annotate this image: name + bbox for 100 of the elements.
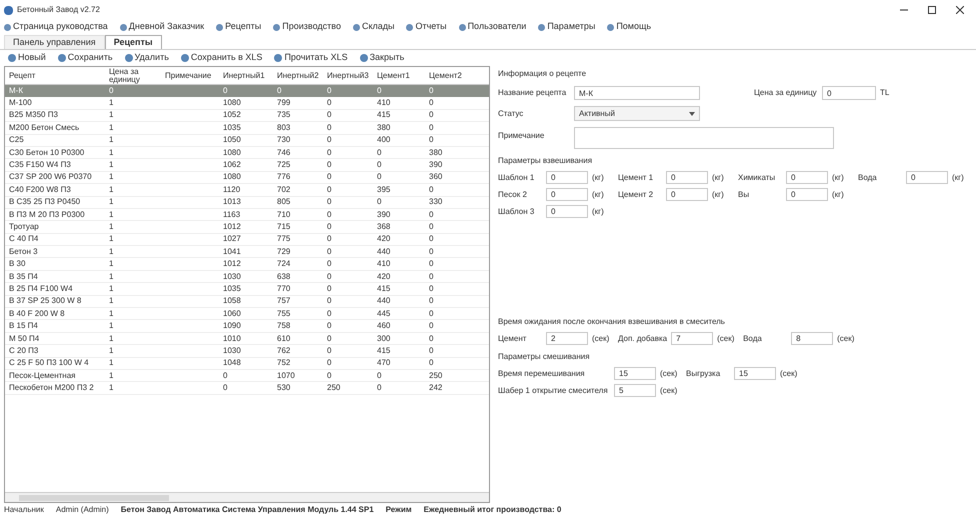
toolbar-button[interactable]: Прочитать XLS [274, 51, 348, 65]
unit-label: (сек) [592, 332, 610, 344]
toolbar-button[interactable]: Сохранить в XLS [180, 51, 262, 65]
menu-item[interactable]: Склады [352, 20, 394, 34]
toolbar-button[interactable]: Закрыть [360, 51, 404, 65]
table-row[interactable]: С 40 П4 1 1027 775 0 420 0 [5, 234, 489, 246]
column-header[interactable]: Инертный1 [219, 72, 273, 80]
toolbar-button[interactable]: Сохранить [58, 51, 113, 65]
table-row[interactable]: Бетон 3 1 1041 729 0 440 0 [5, 246, 489, 258]
tab[interactable]: Панель управления [4, 35, 105, 49]
table-cell-text: 1 [108, 246, 114, 258]
table-cell-text: 729 [276, 246, 292, 258]
input-field[interactable]: 0 [786, 171, 828, 184]
toolbar-button[interactable]: Новый [8, 51, 46, 65]
menu-item[interactable]: Производство [273, 20, 341, 34]
input-field[interactable]: 0 [546, 171, 588, 184]
table-cell-text: С 20 П3 [8, 344, 40, 357]
table-row[interactable]: Песок-Цементная 1 0 1070 0 0 250 [5, 370, 489, 382]
table-row[interactable]: Тротуар 1 1012 715 0 368 0 [5, 221, 489, 234]
table-row[interactable]: С40 F200 W8 П3 1 1120 702 0 395 0 [5, 184, 489, 197]
input-field[interactable]: М-К [574, 86, 700, 100]
column-header[interactable]: Примечание [161, 72, 219, 80]
table-row[interactable]: С 25 F 50 П3 100 W 4 1 1048 752 0 470 0 [5, 358, 489, 370]
unit-label: (сек) [660, 384, 678, 396]
table-cell-text: М200 Бетон Смесь [8, 122, 80, 134]
table-row[interactable]: В25 М350 П3 1 1052 735 0 415 0 [5, 110, 489, 122]
table-cell-text: 1060 [222, 308, 242, 320]
table-row[interactable]: Пескобетон М200 П3 2 1 0 530 250 0 242 [5, 382, 489, 395]
toolbar-button[interactable]: Удалить [124, 51, 169, 65]
table-cell-text: 0 [428, 122, 434, 134]
menu-item[interactable]: Помощь [607, 20, 652, 34]
toolbar-icon [58, 54, 66, 62]
menu-item[interactable]: Пользователи [458, 20, 526, 34]
field-label: Вода [858, 172, 878, 184]
table-cell-text: 0 [276, 85, 282, 98]
input-field[interactable]: 5 [614, 384, 656, 397]
table-row[interactable]: В 25 П4 F100 W4 1 1035 770 0 415 0 [5, 283, 489, 296]
tab[interactable]: Рецепты [104, 35, 162, 49]
table-row[interactable]: М-100 1 1080 799 0 410 0 [5, 97, 489, 110]
input-field[interactable]: 0 [822, 86, 876, 100]
table-row[interactable]: В П3 М 20 П3 Р0300 1 1163 710 0 390 0 [5, 208, 489, 222]
table-cell-text: 0 [428, 85, 434, 98]
input-field[interactable]: 0 [666, 171, 708, 184]
table-cell-text: 1080 [222, 171, 242, 184]
table-cell-text: 0 [326, 344, 332, 357]
column-header[interactable]: Цемент1 [373, 72, 425, 80]
unit-label: (сек) [717, 332, 736, 344]
toolbar-icon [180, 54, 189, 62]
column-header[interactable]: Рецепт [5, 72, 105, 80]
table-cell-text: 410 [376, 97, 392, 110]
input-field[interactable]: 15 [614, 367, 656, 380]
input-field[interactable]: 7 [671, 332, 714, 345]
table-row[interactable]: С25 1 1050 730 0 400 0 [5, 134, 489, 147]
table-row[interactable]: В 40 F 200 W 8 1 1060 755 0 445 0 [5, 308, 489, 320]
section-heading: Параметры смешивания [498, 351, 591, 363]
table-row[interactable]: В 35 П4 1 1030 638 0 420 0 [5, 270, 489, 284]
horizontal-scrollbar[interactable] [5, 492, 489, 502]
table-row[interactable]: С30 Бетон 10 Р0300 1 1080 746 0 0 380 [5, 146, 489, 160]
menu-item[interactable]: Страница руководства [4, 20, 108, 34]
input-field[interactable]: 0 [546, 188, 588, 201]
input-field[interactable]: 2 [546, 332, 588, 345]
table-cell-text: 0 [326, 258, 332, 270]
input-field[interactable]: 15 [734, 367, 776, 380]
table-row[interactable]: В С35 25 П3 Р0450 1 1013 805 0 0 330 [5, 196, 489, 209]
table-row[interactable]: С 20 П3 1 1030 762 0 415 0 [5, 345, 489, 358]
table-row[interactable]: М200 Бетон Смесь 1 1035 803 0 380 0 [5, 122, 489, 135]
table-cell-text: 1035 [222, 282, 242, 295]
table-row[interactable]: В 30 1 1012 724 0 410 0 [5, 258, 489, 271]
field-label: Примечание [498, 130, 546, 142]
table-cell-text: 1013 [222, 196, 242, 208]
table-row[interactable]: С35 F150 W4 П3 1 1062 725 0 0 390 [5, 159, 489, 172]
column-header[interactable]: Инертный2 [273, 72, 323, 80]
column-header[interactable]: Цена за единицу [105, 68, 161, 84]
note-field[interactable] [574, 127, 834, 149]
column-header[interactable]: Инертный3 [323, 72, 373, 80]
unit-label: (кг) [832, 172, 845, 184]
input-field[interactable]: 0 [906, 171, 948, 184]
table-cell-text: 762 [276, 344, 292, 357]
column-header[interactable]: Цемент2 [425, 72, 473, 80]
menu-item[interactable]: Дневной Заказчик [120, 20, 204, 34]
table-cell-text: 1 [108, 208, 114, 221]
table-cell-text: 0 [326, 171, 332, 184]
input-field[interactable]: 0 [786, 188, 828, 201]
table-cell-text: 250 [428, 370, 444, 382]
table-row[interactable]: В 15 П4 1 1090 758 0 460 0 [5, 320, 489, 333]
table-cell-text: 0 [222, 370, 228, 382]
input-field[interactable]: 0 [666, 188, 708, 201]
menu-item[interactable]: Отчеты [406, 20, 447, 34]
menu-item[interactable]: Рецепты [216, 20, 262, 34]
table-row[interactable]: М 50 П4 1 1010 610 0 300 0 [5, 332, 489, 346]
input-field[interactable]: 0 [546, 205, 588, 218]
table-row[interactable]: В 37 SP 25 300 W 8 1 1058 757 0 440 0 [5, 296, 489, 308]
status-dropdown[interactable]: Активный [574, 106, 700, 121]
table-row[interactable]: С37 SP 200 W6 Р0370 1 1080 776 0 0 360 [5, 172, 489, 184]
table-cell-text: 1120 [222, 184, 242, 196]
table-cell-text: 1 [108, 295, 114, 308]
menu-icon [458, 24, 466, 30]
table-cell-text: 0 [326, 332, 332, 345]
menu-item[interactable]: Параметры [538, 20, 596, 34]
input-field[interactable]: 8 [791, 332, 834, 345]
